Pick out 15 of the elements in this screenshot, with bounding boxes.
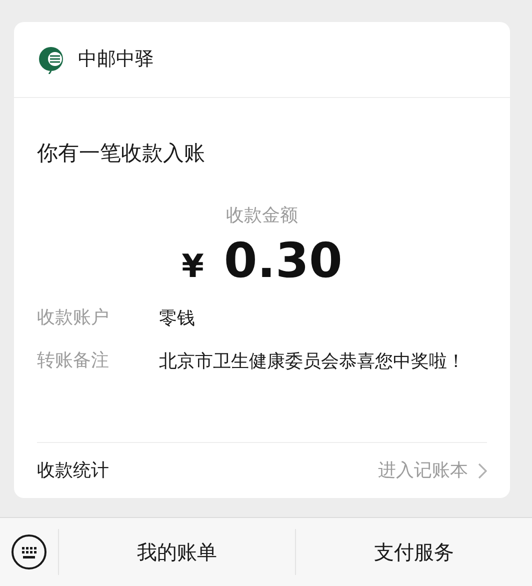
menu-button[interactable]: 我的账单 bbox=[137, 537, 217, 567]
detail-value: 北京市卫生健康委员会恭喜您中奖啦！ bbox=[159, 350, 466, 374]
amount-label: 收款金额 bbox=[226, 204, 298, 228]
currency-symbol: ¥ bbox=[182, 246, 204, 286]
stats-label: 收款统计 bbox=[37, 459, 109, 483]
amount-value: 0.30 bbox=[224, 236, 342, 284]
logo-icon bbox=[38, 46, 64, 74]
detail-label: 收款账户 bbox=[37, 306, 110, 330]
detail-label: 转账备注 bbox=[37, 348, 110, 372]
sender-name: 中邮中驿 bbox=[78, 47, 154, 72]
detail-value: 零钱 bbox=[159, 306, 196, 330]
menu-button[interactable]: 支付服务 bbox=[374, 537, 454, 567]
chevron-right-icon bbox=[478, 462, 487, 478]
message-title: 你有一笔收款入账 bbox=[37, 140, 206, 167]
keyboard-icon[interactable] bbox=[11, 534, 47, 570]
